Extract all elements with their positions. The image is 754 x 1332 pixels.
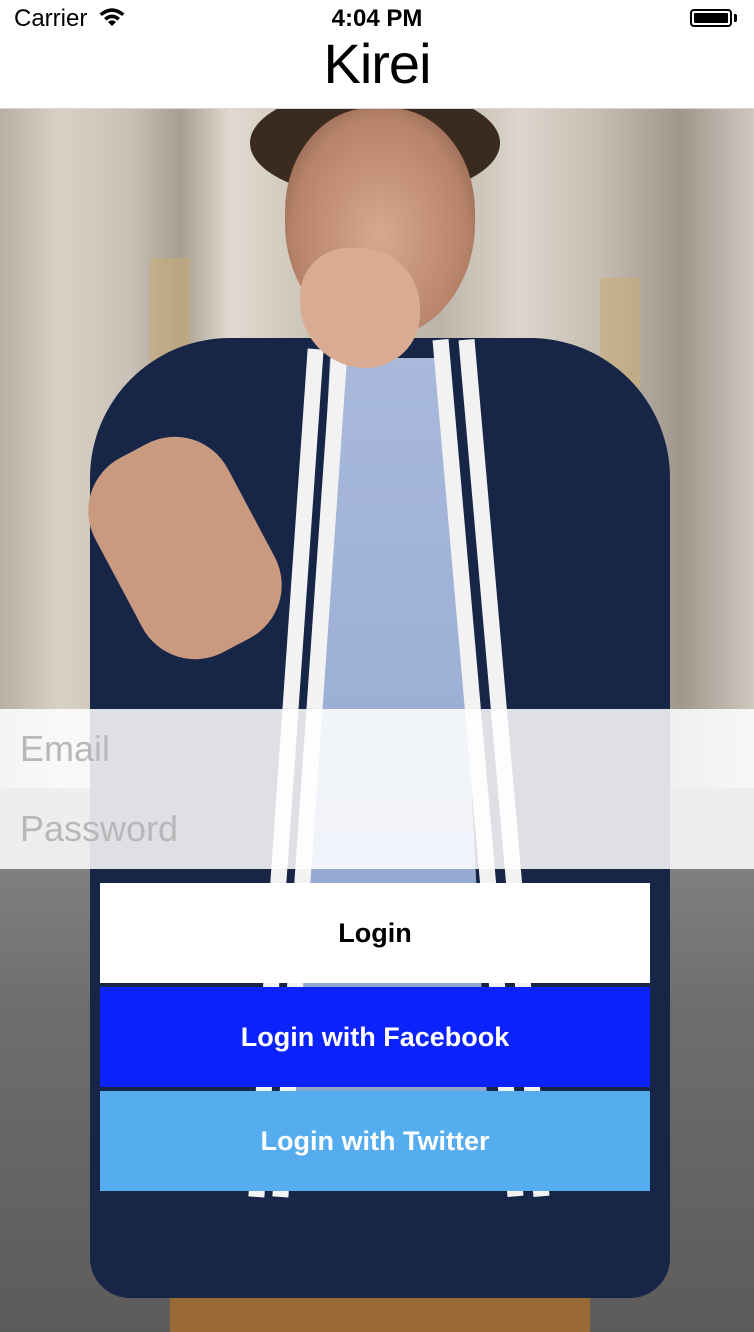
login-form xyxy=(0,709,754,869)
password-field[interactable] xyxy=(0,789,754,869)
login-button[interactable]: Login xyxy=(100,883,650,983)
email-field[interactable] xyxy=(0,709,754,789)
twitter-login-label: Login with Twitter xyxy=(260,1125,490,1156)
login-screen: Carrier 4:04 PM Kirei Login Login with F… xyxy=(0,0,754,1332)
navigation-bar: Carrier 4:04 PM Kirei xyxy=(0,0,754,109)
facebook-login-button[interactable]: Login with Facebook xyxy=(100,987,650,1087)
battery-level xyxy=(694,13,728,23)
status-time: 4:04 PM xyxy=(331,5,423,32)
app-title: Kirei xyxy=(323,32,431,95)
login-button-label: Login xyxy=(338,917,412,948)
twitter-login-button[interactable]: Login with Twitter xyxy=(100,1091,650,1191)
battery-tip xyxy=(734,14,737,22)
battery-icon xyxy=(690,9,732,27)
status-bar: Carrier 4:04 PM xyxy=(0,0,754,36)
facebook-login-label: Login with Facebook xyxy=(240,1021,510,1052)
